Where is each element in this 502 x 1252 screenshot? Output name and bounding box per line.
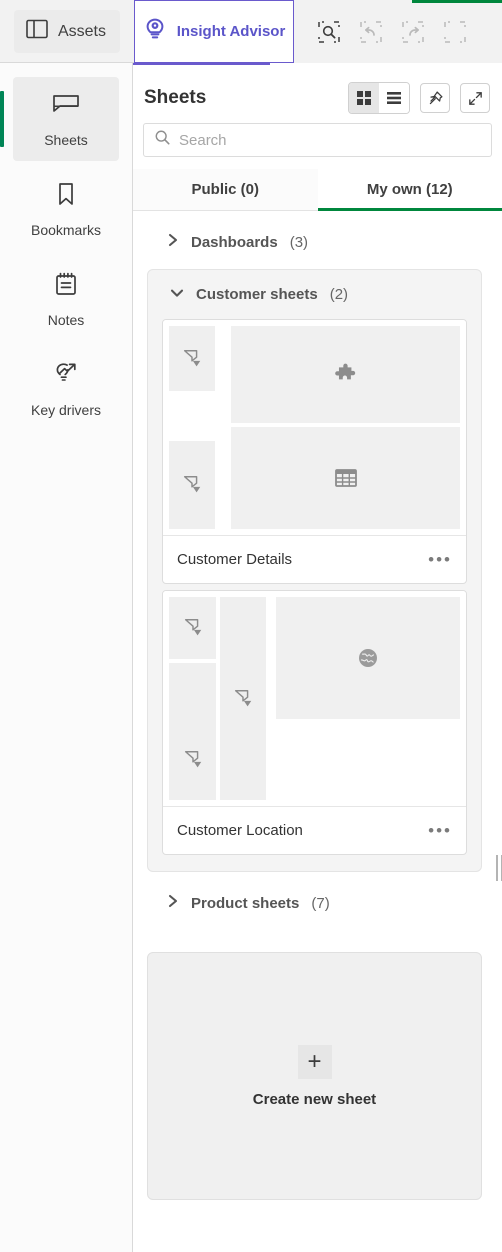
filter-pane-icon (184, 619, 201, 636)
clear-selections-icon (442, 19, 468, 45)
sheet-card[interactable]: Customer Location ••• (162, 590, 467, 855)
selections-search-icon[interactable] (316, 19, 342, 45)
left-navigation-rail: Sheets Bookmarks Notes Key drivers (0, 63, 133, 1252)
thumb-object-table (231, 427, 460, 529)
grid-view-icon[interactable] (349, 83, 379, 113)
sheets-panel: Sheets Search Public (0) My own (12) Das… (133, 63, 502, 1252)
sidebar-item-label: Bookmarks (30, 221, 102, 238)
bookmark-icon (53, 181, 79, 212)
green-accent-line (412, 0, 502, 3)
active-indicator-bar (0, 91, 4, 147)
table-icon (334, 469, 357, 487)
group-count: (3) (289, 233, 309, 251)
group-label: Product sheets (191, 894, 300, 912)
chevron-right-icon (167, 233, 179, 251)
sidebar-item-label: Sheets (44, 131, 88, 148)
panel-layout-icon (26, 19, 48, 44)
filter-pane-icon (183, 349, 201, 366)
sheet-title: Customer Details (177, 551, 293, 568)
panel-header: Sheets (133, 63, 502, 115)
insight-advisor-tab-label: Insight Advisor (176, 23, 286, 40)
plus-icon: + (297, 1044, 332, 1079)
group-customer-sheets: Customer sheets (2) Customer Details •••… (147, 269, 482, 872)
sheet-card-footer: Customer Location ••• (163, 806, 466, 854)
redo-icon (400, 19, 426, 45)
globe-map-icon (359, 648, 377, 667)
thumb-object-map (276, 597, 460, 719)
tab-my-own[interactable]: My own (12) (317, 169, 502, 211)
sidebar-item-bookmarks[interactable]: Bookmarks (13, 167, 119, 251)
undo-icon (358, 19, 384, 45)
search-icon (154, 129, 171, 151)
search-input[interactable] (179, 131, 481, 149)
sidebar-item-notes[interactable]: Notes (13, 257, 119, 341)
search-box[interactable] (143, 123, 492, 157)
toolbar-icon-group (294, 0, 502, 63)
puzzle-extension-icon (334, 363, 355, 379)
sheet-thumbnail (163, 320, 466, 535)
sidebar-item-sheets[interactable]: Sheets (0, 77, 119, 161)
key-drivers-icon (52, 361, 80, 392)
group-label: Dashboards (191, 233, 278, 251)
pin-icon[interactable] (420, 83, 450, 113)
sheet-overflow-menu-button[interactable]: ••• (428, 551, 452, 568)
thumb-object-filterpane (169, 326, 215, 392)
thumb-object-filterpane (169, 440, 215, 529)
create-new-sheet-label: Create new sheet (252, 1090, 377, 1108)
chevron-right-icon (167, 894, 179, 912)
tab-my-own-label: My own (12) (366, 181, 453, 198)
insight-advisor-tab-button[interactable]: Insight Advisor (134, 0, 294, 63)
sheet-scope-tabs: Public (0) My own (12) (133, 169, 502, 211)
notes-icon (53, 271, 79, 302)
sheet-icon (51, 91, 81, 122)
group-count: (7) (311, 894, 330, 912)
sheet-title: Customer Location (177, 822, 303, 839)
view-mode-toggle (348, 82, 410, 114)
thumb-object-extension (231, 326, 460, 424)
expand-icon[interactable] (460, 83, 490, 113)
tab-public-label: Public (0) (191, 181, 259, 198)
sheet-list: Dashboards (3) Customer sheets (2) Custo… (133, 211, 502, 1200)
sidebar-item-label: Notes (47, 311, 85, 328)
thumb-object-filterpane (169, 597, 216, 659)
tab-public[interactable]: Public (0) (133, 169, 318, 210)
group-header-product-sheets[interactable]: Product sheets (7) (133, 872, 502, 930)
panel-resize-handle[interactable] (496, 855, 502, 881)
sidebar-item-label: Key drivers (30, 401, 102, 418)
group-label: Customer sheets (196, 286, 318, 303)
assets-tab-label: Assets (57, 22, 106, 40)
sheet-thumbnail (163, 591, 466, 806)
search-container (133, 115, 502, 157)
group-header-customer-sheets[interactable]: Customer sheets (2) (148, 270, 481, 313)
sidebar-item-key-drivers[interactable]: Key drivers (13, 347, 119, 431)
group-count: (2) (329, 286, 349, 303)
sheet-card[interactable]: Customer Details ••• (162, 319, 467, 584)
create-new-sheet-button[interactable]: + Create new sheet (147, 952, 482, 1200)
panel-accent-line (133, 63, 270, 65)
assets-tab-button[interactable]: Assets (0, 0, 134, 63)
thumb-object-filterpane (220, 597, 266, 800)
qlik-sense-app-window: Assets Insight Advisor Sheets Bookmarks … (0, 0, 502, 1252)
chevron-down-icon (170, 286, 184, 303)
list-view-icon[interactable] (379, 83, 409, 113)
filter-pane-icon (183, 475, 201, 493)
top-toolbar: Assets Insight Advisor (0, 0, 502, 63)
insight-bulb-eye-icon (143, 17, 167, 46)
sheet-card-footer: Customer Details ••• (163, 535, 466, 583)
page-title: Sheets (144, 87, 207, 108)
filter-pane-icon (184, 750, 201, 767)
sheet-overflow-menu-button[interactable]: ••• (428, 822, 452, 839)
filter-pane-icon (234, 689, 252, 706)
group-header-dashboards[interactable]: Dashboards (3) (133, 211, 502, 269)
thumb-object-filterpane (169, 663, 216, 800)
